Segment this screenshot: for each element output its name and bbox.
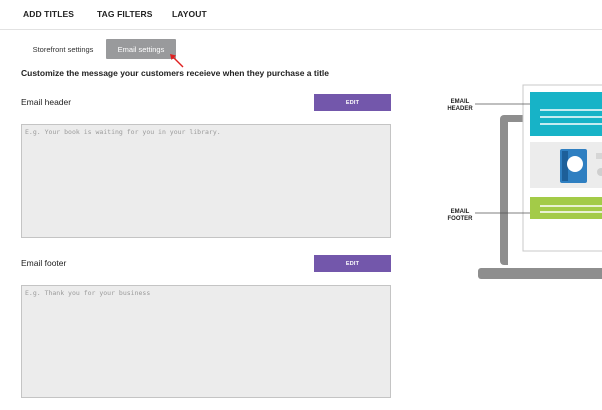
- tab-storefront-settings[interactable]: Storefront settings: [27, 39, 99, 59]
- nav-tag-filters[interactable]: TAG FILTERS: [97, 9, 153, 19]
- email-footer-textarea[interactable]: E.g. Thank you for your business: [21, 285, 391, 398]
- email-footer-edit-button[interactable]: EDIT: [314, 255, 391, 272]
- illustration-footer-label: EMAIL FOOTER: [447, 209, 473, 222]
- top-navigation: ADD TITLES TAG FILTERS LAYOUT: [0, 0, 602, 30]
- nav-layout[interactable]: LAYOUT: [172, 9, 207, 19]
- email-header-label: Email header: [21, 97, 72, 107]
- email-layout-illustration: EMAIL HEADER EMAIL FOOTER: [420, 80, 602, 290]
- page-heading: Customize the message your customers rec…: [21, 68, 330, 78]
- illustration-header-label: EMAIL HEADER: [447, 99, 473, 112]
- email-header-edit-button[interactable]: EDIT: [314, 94, 391, 111]
- email-footer-label: Email footer: [21, 258, 67, 268]
- tab-email-settings[interactable]: Email settings: [106, 39, 176, 59]
- email-header-textarea[interactable]: E.g. Your book is waiting for you in you…: [21, 124, 391, 238]
- nav-add-titles[interactable]: ADD TITLES: [23, 9, 74, 19]
